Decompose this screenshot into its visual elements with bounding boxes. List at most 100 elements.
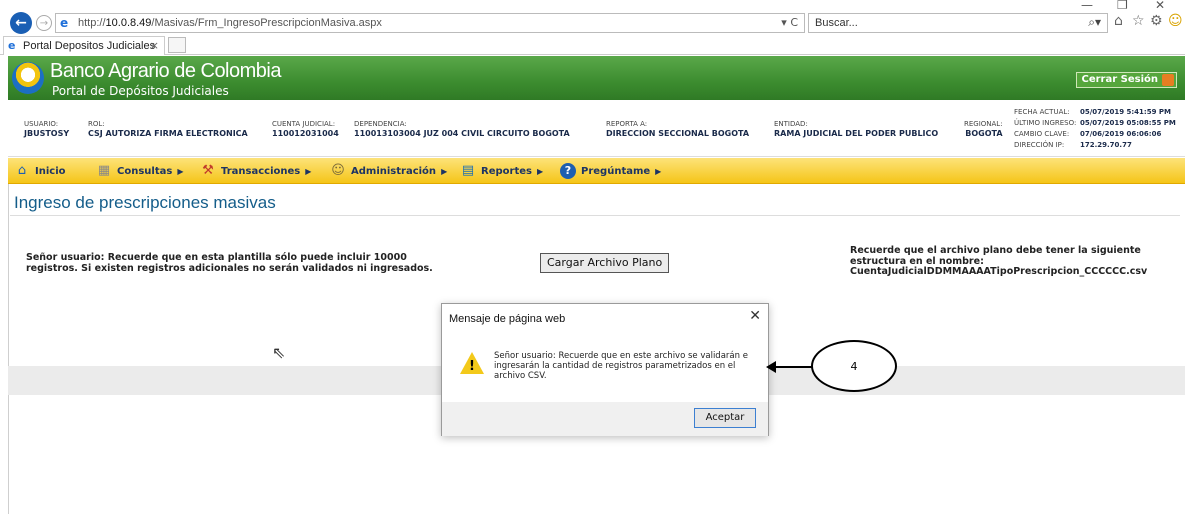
info-label: DEPENDENCIA: bbox=[354, 120, 407, 128]
info-label: DIRECCIÓN IP: bbox=[1014, 141, 1065, 149]
menu-label: Transacciones bbox=[221, 165, 301, 177]
info-value: 110013103004 JUZ 004 CIVIL CIRCUITO BOGO… bbox=[354, 129, 570, 138]
submenu-arrow-icon: ▶ bbox=[655, 166, 662, 176]
settings-gear-icon[interactable]: ⚙ bbox=[1150, 13, 1163, 29]
back-arrow-icon[interactable]: ← bbox=[10, 12, 32, 34]
browser-toolbar: ← → e http://10.0.8.49/Masivas/Frm_Ingre… bbox=[0, 12, 1185, 34]
site-title: Banco Agrario de Colombia bbox=[50, 60, 281, 82]
menu-transacciones[interactable]: ⚒ Transacciones ▶ bbox=[200, 158, 311, 184]
menu-reportes[interactable]: ▤ Reportes ▶ bbox=[460, 158, 543, 184]
callout-number: 4 bbox=[811, 340, 897, 392]
tab-ie-icon: e bbox=[8, 39, 16, 52]
address-bar[interactable]: e http://10.0.8.49/Masivas/Frm_IngresoPr… bbox=[55, 13, 805, 33]
filename-structure-note: Recuerde que el archivo plano debe tener… bbox=[850, 245, 1170, 278]
door-exit-icon bbox=[1162, 74, 1174, 86]
upload-file-button[interactable]: Cargar Archivo Plano bbox=[540, 253, 670, 273]
info-label: FECHA ACTUAL: bbox=[1014, 108, 1070, 116]
menu-consultas[interactable]: ▦ Consultas ▶ bbox=[96, 158, 184, 184]
info-dependencia: DEPENDENCIA: 110013103004 JUZ 004 CIVIL … bbox=[354, 120, 570, 138]
menu-preguntame[interactable]: ? Pregúntame ▶ bbox=[560, 158, 661, 184]
info-value: BOGOTA bbox=[965, 129, 1003, 138]
browser-tab[interactable]: e Portal Depositos Judiciales × bbox=[3, 36, 165, 55]
submenu-arrow-icon: ▶ bbox=[305, 166, 312, 176]
info-label: REPORTA A: bbox=[606, 120, 648, 128]
menu-label: Reportes bbox=[481, 165, 532, 177]
site-subtitle: Portal de Depósitos Judiciales bbox=[52, 84, 229, 98]
feedback-smiley-icon[interactable]: ☺ bbox=[1168, 13, 1183, 29]
menu-label: Administración bbox=[351, 165, 437, 177]
info-label: ÚLTIMO INGRESO: bbox=[1014, 119, 1077, 127]
tab-close-icon[interactable]: × bbox=[150, 39, 159, 52]
info-rol: ROL: CSJ AUTORIZA FIRMA ELECTRONICA bbox=[88, 120, 248, 138]
address-url: http://10.0.8.49/Masivas/Frm_IngresoPres… bbox=[78, 17, 382, 29]
user-admin-icon: ☺ bbox=[331, 163, 345, 178]
menu-label: Inicio bbox=[35, 165, 66, 177]
callout-arrow-line bbox=[772, 366, 812, 368]
info-cuenta-judicial: CUENTA JUDICIAL: 110012031004 bbox=[272, 120, 339, 138]
info-label: REGIONAL: bbox=[964, 120, 1003, 128]
info-value: 07/06/2019 06:06:06 bbox=[1080, 130, 1162, 138]
title-divider bbox=[10, 215, 1180, 216]
note-text: Recuerde que el archivo plano debe tener… bbox=[850, 245, 1141, 267]
submenu-arrow-icon: ▶ bbox=[536, 166, 544, 176]
window-controls: — ❐ ✕ bbox=[1035, 0, 1185, 12]
tab-title: Portal Depositos Judiciales bbox=[23, 40, 156, 52]
mouse-cursor-icon: ⇖ bbox=[272, 343, 286, 362]
bank-logo-icon bbox=[12, 62, 44, 94]
new-tab-button[interactable] bbox=[168, 37, 186, 53]
info-value: 05/07/2019 05:08:55 PM bbox=[1080, 119, 1176, 127]
info-value: 110012031004 bbox=[272, 129, 339, 138]
content-left-border bbox=[8, 184, 9, 514]
browser-tools: ⌂ ☆ ⚙ ☺ bbox=[1112, 12, 1184, 34]
home-icon: ⌂ bbox=[17, 163, 27, 178]
info-value: DIRECCION SECCIONAL BOGOTA bbox=[606, 129, 750, 138]
main-menu: ⌂ Inicio ▦ Consultas ▶ ⚒ Transacciones ▶… bbox=[8, 158, 1185, 184]
page-title: Ingreso de prescripciones masivas bbox=[14, 193, 276, 212]
logout-button[interactable]: Cerrar Sesión bbox=[1075, 72, 1177, 88]
info-value: JBUSTOSY bbox=[24, 129, 70, 138]
info-label: ENTIDAD: bbox=[774, 120, 808, 128]
submenu-arrow-icon: ▶ bbox=[441, 166, 448, 176]
alert-dialog: Mensaje de página web ✕ ! Señor usuario:… bbox=[441, 303, 769, 436]
dialog-close-icon[interactable]: ✕ bbox=[749, 308, 761, 324]
dialog-title: Mensaje de página web bbox=[449, 313, 566, 325]
close-window-icon[interactable]: ✕ bbox=[1155, 0, 1165, 12]
search-input[interactable]: Buscar... ⌕▾ bbox=[808, 13, 1108, 33]
warning-exclamation-icon: ! bbox=[469, 359, 475, 374]
menu-inicio[interactable]: ⌂ Inicio bbox=[14, 158, 66, 184]
menu-label: Consultas bbox=[117, 165, 173, 177]
info-reporta-a: REPORTA A: DIRECCION SECCIONAL BOGOTA bbox=[606, 120, 749, 138]
info-label: ROL: bbox=[88, 120, 105, 128]
info-value: RAMA JUDICIAL DEL PODER PUBLICO bbox=[774, 129, 939, 138]
site-header: Banco Agrario de Colombia Portal de Depó… bbox=[8, 56, 1185, 100]
dialog-message: Señor usuario: Recuerde que en este arch… bbox=[494, 351, 748, 381]
restore-icon[interactable]: ❐ bbox=[1117, 0, 1128, 12]
report-chart-icon: ▤ bbox=[461, 163, 475, 178]
refresh-icon[interactable]: ▾ C bbox=[781, 16, 798, 29]
ie-logo-icon: e bbox=[60, 16, 69, 30]
search-icon[interactable]: ⌕▾ bbox=[1088, 15, 1101, 30]
info-value: 172.29.70.77 bbox=[1080, 141, 1132, 149]
home-icon[interactable]: ⌂ bbox=[1114, 13, 1123, 29]
menu-administracion[interactable]: ☺ Administración ▶ bbox=[330, 158, 447, 184]
info-regional: REGIONAL: BOGOTA bbox=[964, 120, 1003, 138]
minimize-icon[interactable]: — bbox=[1081, 0, 1093, 12]
accept-button[interactable]: Aceptar bbox=[694, 408, 756, 428]
info-entidad: ENTIDAD: RAMA JUDICIAL DEL PODER PUBLICO bbox=[774, 120, 938, 138]
documents-icon: ▦ bbox=[97, 163, 111, 178]
session-info: FECHA ACTUAL: 05/07/2019 5:41:59 PM ÚLTIM… bbox=[1014, 108, 1184, 152]
info-value: 05/07/2019 5:41:59 PM bbox=[1080, 108, 1171, 116]
gavel-icon: ⚒ bbox=[202, 163, 214, 178]
forward-arrow-icon[interactable]: → bbox=[36, 15, 52, 31]
info-usuario: USUARIO: JBUSTOSY bbox=[24, 120, 69, 138]
info-label: USUARIO: bbox=[24, 120, 59, 128]
limit-note: Señor usuario: Recuerde que en esta plan… bbox=[26, 252, 433, 274]
menu-label: Pregúntame bbox=[581, 165, 651, 177]
tab-strip: e Portal Depositos Judiciales × bbox=[0, 34, 1185, 55]
help-question-icon: ? bbox=[560, 163, 576, 179]
submenu-arrow-icon: ▶ bbox=[177, 166, 184, 176]
search-placeholder: Buscar... bbox=[815, 17, 858, 29]
info-value: CSJ AUTORIZA FIRMA ELECTRONICA bbox=[88, 129, 248, 138]
info-label: CUENTA JUDICIAL: bbox=[272, 120, 336, 128]
favorites-star-icon[interactable]: ☆ bbox=[1132, 13, 1145, 29]
